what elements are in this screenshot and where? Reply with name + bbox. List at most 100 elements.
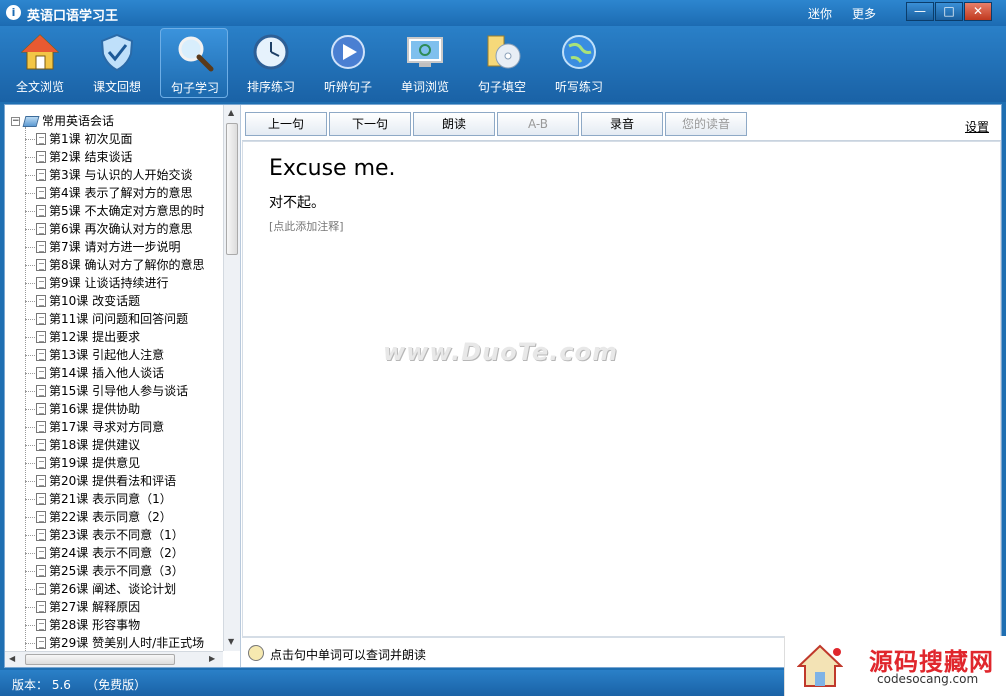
tool-full-text-browse[interactable]: 全文浏览 (6, 28, 74, 98)
document-icon (36, 529, 46, 541)
lesson-item[interactable]: 第18课 提供建议 (25, 436, 223, 454)
sentence-pane: 上一句 下一句 朗读 A-B 录音 您的读音 设置 Excuse me. 对不起… (242, 105, 1001, 667)
lesson-item[interactable]: 第14课 插入他人谈话 (25, 364, 223, 382)
scroll-down-icon[interactable]: ▼ (228, 637, 234, 646)
document-icon (36, 277, 46, 289)
lesson-item[interactable]: 第29课 赞美别人时/非正式场 (25, 634, 223, 652)
version-status: 版本： 5.6 （免费版） (12, 678, 147, 692)
document-icon (36, 187, 46, 199)
lesson-item[interactable]: 第16课 提供协助 (25, 400, 223, 418)
hint-text: 点击句中单词可以查词并朗读 (270, 648, 427, 662)
lesson-tree: − 常用英语会话 第1课 初次见面 第2课 结束谈话 第3课 与认识的人开始交谈 … (5, 105, 241, 667)
document-icon (36, 205, 46, 217)
magnifier-icon (178, 36, 214, 72)
lesson-item[interactable]: 第20课 提供看法和评语 (25, 472, 223, 490)
english-sentence[interactable]: Excuse me. (269, 156, 396, 181)
document-icon (36, 457, 46, 469)
lesson-item[interactable]: 第24课 表示不同意（2） (25, 544, 223, 562)
tree-root[interactable]: − 常用英语会话 (11, 113, 114, 129)
document-icon (36, 583, 46, 595)
lesson-item[interactable]: 第8课 确认对方了解你的意思 (25, 256, 223, 274)
record-button[interactable]: 录音 (581, 112, 663, 136)
lesson-item[interactable]: 第28课 形容事物 (25, 616, 223, 634)
ab-repeat-button[interactable]: A-B (497, 112, 579, 136)
horizontal-scroll-thumb[interactable] (25, 654, 175, 665)
your-pronunciation-button[interactable]: 您的读音 (665, 112, 747, 136)
mini-mode-link[interactable]: 迷你 (808, 5, 832, 22)
document-icon (36, 133, 46, 145)
lesson-item[interactable]: 第21课 表示同意（1） (25, 490, 223, 508)
lesson-item[interactable]: 第23课 表示不同意（1） (25, 526, 223, 544)
scroll-right-icon[interactable]: ▶ (209, 654, 215, 663)
document-icon (36, 367, 46, 379)
scroll-left-icon[interactable]: ◀ (9, 654, 15, 663)
document-icon (36, 421, 46, 433)
tool-label: 单词浏览 (400, 80, 449, 94)
tool-text-recall[interactable]: 课文回想 (83, 28, 151, 98)
tool-sentence-fill[interactable]: 句子填空 (468, 28, 536, 98)
lesson-item[interactable]: 第5课 不太确定对方意思的时 (25, 202, 223, 220)
document-icon (36, 601, 46, 613)
vertical-scroll-thumb[interactable] (226, 123, 238, 255)
lesson-item[interactable]: 第27课 解释原因 (25, 598, 223, 616)
maximize-button[interactable]: □ (935, 2, 963, 21)
shield-icon (100, 33, 134, 72)
monitor-icon (407, 37, 443, 67)
document-icon (36, 493, 46, 505)
site-watermark: www.DuoTe.com (383, 338, 618, 366)
settings-link[interactable]: 设置 (965, 118, 989, 135)
chinese-translation: 对不起。 (269, 195, 325, 211)
lesson-item[interactable]: 第2课 结束谈话 (25, 148, 223, 166)
document-icon (36, 619, 46, 631)
read-aloud-button[interactable]: 朗读 (413, 112, 495, 136)
scroll-up-icon[interactable]: ▲ (228, 108, 234, 117)
lesson-item[interactable]: 第19课 提供意见 (25, 454, 223, 472)
lesson-item[interactable]: 第7课 请对方进一步说明 (25, 238, 223, 256)
lesson-item[interactable]: 第15课 引导他人参与谈话 (25, 382, 223, 400)
lesson-item[interactable]: 第1课 初次见面 (25, 130, 223, 148)
lesson-item[interactable]: 第26课 阐述、谈论计划 (25, 580, 223, 598)
site-logo: 源码搜藏网 codesocang.com (784, 636, 1006, 696)
tree-root-label: 常用英语会话 (42, 114, 115, 128)
tool-listen-sentence[interactable]: 听辨句子 (314, 28, 382, 98)
tool-order-practice[interactable]: 排序练习 (237, 28, 305, 98)
document-icon (36, 169, 46, 181)
collapse-icon[interactable]: − (11, 117, 20, 126)
lesson-item[interactable]: 第11课 问问题和回答问题 (25, 310, 223, 328)
lesson-item[interactable]: 第10课 改变话题 (25, 292, 223, 310)
close-button[interactable]: ✕ (964, 2, 992, 21)
main-frame: − 常用英语会话 第1课 初次见面 第2课 结束谈话 第3课 与认识的人开始交谈 … (4, 104, 1002, 668)
add-note-link[interactable]: [点此添加注释] (269, 218, 344, 234)
document-icon (36, 475, 46, 487)
document-icon (36, 565, 46, 577)
disc-icon (487, 35, 521, 69)
lesson-item[interactable]: 第22课 表示同意（2） (25, 508, 223, 526)
tool-sentence-learning[interactable]: 句子学习 (160, 28, 228, 98)
tree-vertical-scrollbar[interactable]: ▲ ▼ (223, 105, 240, 651)
prev-sentence-button[interactable]: 上一句 (245, 112, 327, 136)
lesson-item[interactable]: 第3课 与认识的人开始交谈 (25, 166, 223, 184)
tool-label: 排序练习 (246, 80, 295, 94)
lesson-item[interactable]: 第17课 寻求对方同意 (25, 418, 223, 436)
lesson-item[interactable]: 第12课 提出要求 (25, 328, 223, 346)
document-icon (36, 385, 46, 397)
document-icon (36, 349, 46, 361)
tool-dictation-practice[interactable]: 听写练习 (545, 28, 613, 98)
house-logo-icon (797, 644, 843, 687)
lesson-list: 第1课 初次见面 第2课 结束谈话 第3课 与认识的人开始交谈 第4课 表示了解… (25, 130, 223, 652)
tool-word-browse[interactable]: 单词浏览 (391, 28, 459, 98)
next-sentence-button[interactable]: 下一句 (329, 112, 411, 136)
more-link[interactable]: 更多 (852, 5, 876, 22)
lesson-item[interactable]: 第25课 表示不同意（3） (25, 562, 223, 580)
minimize-button[interactable]: — (906, 2, 934, 21)
lesson-item[interactable]: 第9课 让谈话持续进行 (25, 274, 223, 292)
lesson-item[interactable]: 第6课 再次确认对方的意思 (25, 220, 223, 238)
tree-horizontal-scrollbar[interactable]: ◀ ▶ (5, 651, 223, 667)
document-icon (36, 241, 46, 253)
document-icon (36, 439, 46, 451)
sentence-display: Excuse me. 对不起。 [点此添加注释] www.DuoTe.com (242, 141, 1001, 637)
lesson-item[interactable]: 第13课 引起他人注意 (25, 346, 223, 364)
lesson-item[interactable]: 第4课 表示了解对方的意思 (25, 184, 223, 202)
tool-label: 句子填空 (477, 80, 526, 94)
tool-label: 听辨句子 (323, 80, 372, 94)
